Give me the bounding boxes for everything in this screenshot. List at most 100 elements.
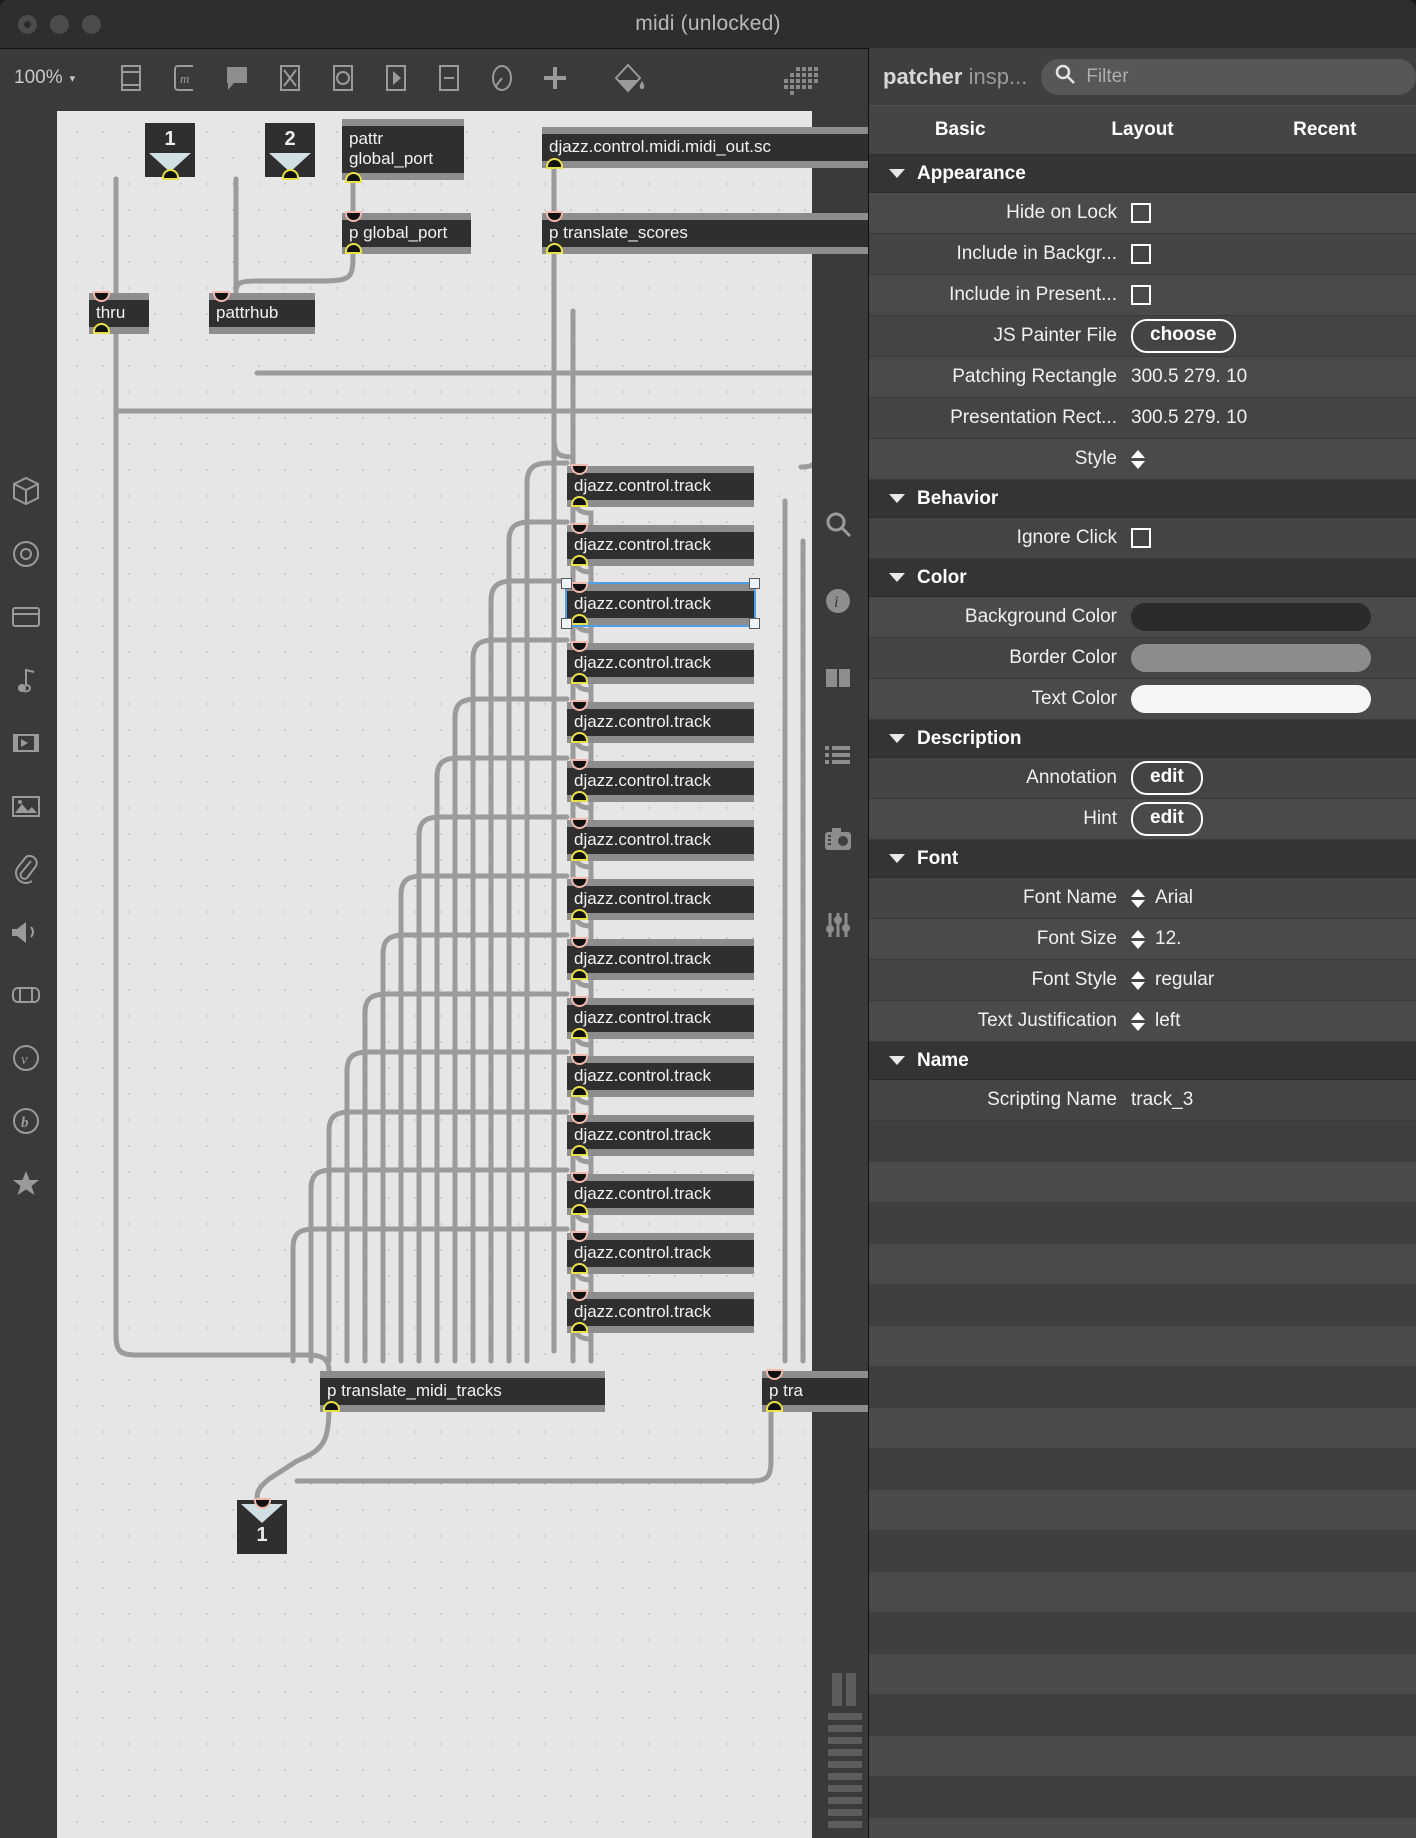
- property-button[interactable]: choose: [1131, 319, 1236, 353]
- inspector-filter-field[interactable]: Filter: [1041, 58, 1416, 95]
- disclosure-triangle-icon[interactable]: [889, 734, 905, 743]
- device-icon[interactable]: [0, 963, 52, 1026]
- thru-outlet-port[interactable]: [95, 325, 108, 332]
- spinner-up-icon[interactable]: [1131, 929, 1145, 938]
- object-djazz-control-track[interactable]: djazz.control.track: [567, 879, 754, 921]
- zoom-level-control[interactable]: 100% ▾: [14, 67, 75, 89]
- spinner-down-icon[interactable]: [1131, 1022, 1145, 1031]
- sidebar-icon[interactable]: [812, 646, 864, 709]
- favorites-icon[interactable]: [0, 1152, 52, 1215]
- presentation-icon[interactable]: [0, 585, 52, 648]
- snapshot-icon[interactable]: [812, 808, 864, 871]
- property-checkbox[interactable]: [1131, 285, 1151, 305]
- object-djazz-control-track[interactable]: djazz.control.track: [567, 643, 754, 685]
- object-djazz-control-track[interactable]: djazz.control.track: [567, 761, 754, 803]
- inspector-section-appearance[interactable]: Appearance: [869, 155, 1416, 193]
- selection-handle[interactable]: [749, 618, 760, 629]
- music-icon[interactable]: [0, 648, 52, 711]
- slider-strip[interactable]: [828, 1673, 862, 1838]
- track-outlet-port[interactable]: [573, 498, 586, 505]
- max-object-icon[interactable]: m: [167, 61, 201, 95]
- inspector-section-description[interactable]: Description: [869, 720, 1416, 758]
- inlet-1-outlet-port[interactable]: [164, 171, 177, 178]
- spinner-down-icon[interactable]: [1131, 940, 1145, 949]
- track-outlet-port[interactable]: [573, 1147, 586, 1154]
- djazz-midi-out-outlet-port[interactable]: [548, 160, 561, 167]
- object-p-translate-scores[interactable]: p translate_scores: [542, 213, 868, 255]
- message-box-icon[interactable]: [273, 61, 307, 95]
- object-djazz-control-track[interactable]: djazz.control.track: [565, 581, 756, 628]
- parameters-icon[interactable]: [812, 893, 864, 956]
- p-global-port-outlet-port[interactable]: [347, 245, 360, 252]
- add-object-icon[interactable]: [538, 61, 572, 95]
- tab-recent[interactable]: Recent: [1234, 119, 1416, 141]
- patcher-canvas-region[interactable]: 1 2 pattr global_port djazz.control.midi.…: [52, 107, 868, 1838]
- spinner-up-icon[interactable]: [1131, 970, 1145, 979]
- object-djazz-control-track[interactable]: djazz.control.track: [567, 939, 754, 981]
- p-translate-scores-outlet-port[interactable]: [548, 245, 561, 252]
- color-swatch[interactable]: [1131, 603, 1371, 631]
- object-djazz-control-track[interactable]: djazz.control.track: [567, 1233, 754, 1275]
- inlet-2-outlet-port[interactable]: [284, 171, 297, 178]
- toggle-icon[interactable]: [326, 61, 360, 95]
- tab-basic[interactable]: Basic: [869, 119, 1051, 141]
- list-icon[interactable]: [812, 723, 864, 786]
- property-spinner[interactable]: [1131, 888, 1145, 908]
- object-djazz-control-track[interactable]: djazz.control.track: [567, 702, 754, 744]
- video-icon[interactable]: [0, 711, 52, 774]
- property-spinner[interactable]: [1131, 929, 1145, 949]
- property-button[interactable]: edit: [1131, 802, 1203, 836]
- comment-icon[interactable]: [220, 61, 254, 95]
- audio-io-icon[interactable]: [0, 900, 52, 963]
- grid-icon[interactable]: [782, 63, 826, 104]
- track-outlet-port[interactable]: [573, 734, 586, 741]
- track-outlet-port[interactable]: [573, 793, 586, 800]
- spinner-up-icon[interactable]: [1131, 1011, 1145, 1020]
- object-djazz-control-track[interactable]: djazz.control.track: [567, 1174, 754, 1216]
- object-djazz-control-track[interactable]: djazz.control.track: [567, 1056, 754, 1098]
- patcher-outlet-1[interactable]: 1: [237, 1500, 287, 1554]
- selection-handle[interactable]: [749, 578, 760, 589]
- vizzie-icon[interactable]: v: [0, 1026, 52, 1089]
- pattr-outlet-port[interactable]: [347, 174, 360, 181]
- disclosure-triangle-icon[interactable]: [889, 494, 905, 503]
- track-outlet-port[interactable]: [573, 1088, 586, 1095]
- object-pattr-global-port[interactable]: pattr global_port: [342, 119, 464, 181]
- patcher-inlet-1[interactable]: 1: [145, 123, 195, 177]
- info-icon[interactable]: i: [812, 569, 864, 632]
- number-box-icon[interactable]: [432, 61, 466, 95]
- patcher-canvas[interactable]: 1 2 pattr global_port djazz.control.midi.…: [57, 111, 868, 1838]
- inspector-section-behavior[interactable]: Behavior: [869, 480, 1416, 518]
- target-icon[interactable]: [0, 522, 52, 585]
- track-outlet-port[interactable]: [573, 1030, 586, 1037]
- button-icon[interactable]: [379, 61, 413, 95]
- disclosure-triangle-icon[interactable]: [889, 169, 905, 178]
- patcher-inlet-2[interactable]: 2: [265, 123, 315, 177]
- clippings-icon[interactable]: [0, 837, 52, 900]
- image-icon[interactable]: [0, 774, 52, 837]
- disclosure-triangle-icon[interactable]: [889, 573, 905, 582]
- search-icon[interactable]: [812, 492, 864, 555]
- inspector-section-name[interactable]: Name: [869, 1042, 1416, 1080]
- property-spinner[interactable]: [1131, 1011, 1145, 1031]
- beap-icon[interactable]: b: [0, 1089, 52, 1152]
- track-outlet-port[interactable]: [573, 616, 586, 623]
- color-swatch[interactable]: [1131, 685, 1371, 713]
- object-p-translate-midi-tracks[interactable]: p translate_midi_tracks: [320, 1371, 605, 1413]
- track-outlet-port[interactable]: [573, 911, 586, 918]
- disclosure-triangle-icon[interactable]: [889, 1056, 905, 1065]
- inspector-section-font[interactable]: Font: [869, 840, 1416, 878]
- disclosure-triangle-icon[interactable]: [889, 854, 905, 863]
- property-spinner[interactable]: [1131, 970, 1145, 990]
- selection-handle[interactable]: [561, 578, 572, 589]
- object-djazz-control-midi-out[interactable]: djazz.control.midi.midi_out.sc: [542, 127, 868, 169]
- color-swatch[interactable]: [1131, 644, 1371, 672]
- property-text-value[interactable]: track_3: [1131, 1089, 1193, 1111]
- track-outlet-port[interactable]: [573, 1265, 586, 1272]
- tab-layout[interactable]: Layout: [1051, 119, 1233, 141]
- track-outlet-port[interactable]: [573, 675, 586, 682]
- selection-handle[interactable]: [561, 618, 572, 629]
- spinner-down-icon[interactable]: [1131, 460, 1145, 469]
- track-outlet-port[interactable]: [573, 1206, 586, 1213]
- property-checkbox[interactable]: [1131, 528, 1151, 548]
